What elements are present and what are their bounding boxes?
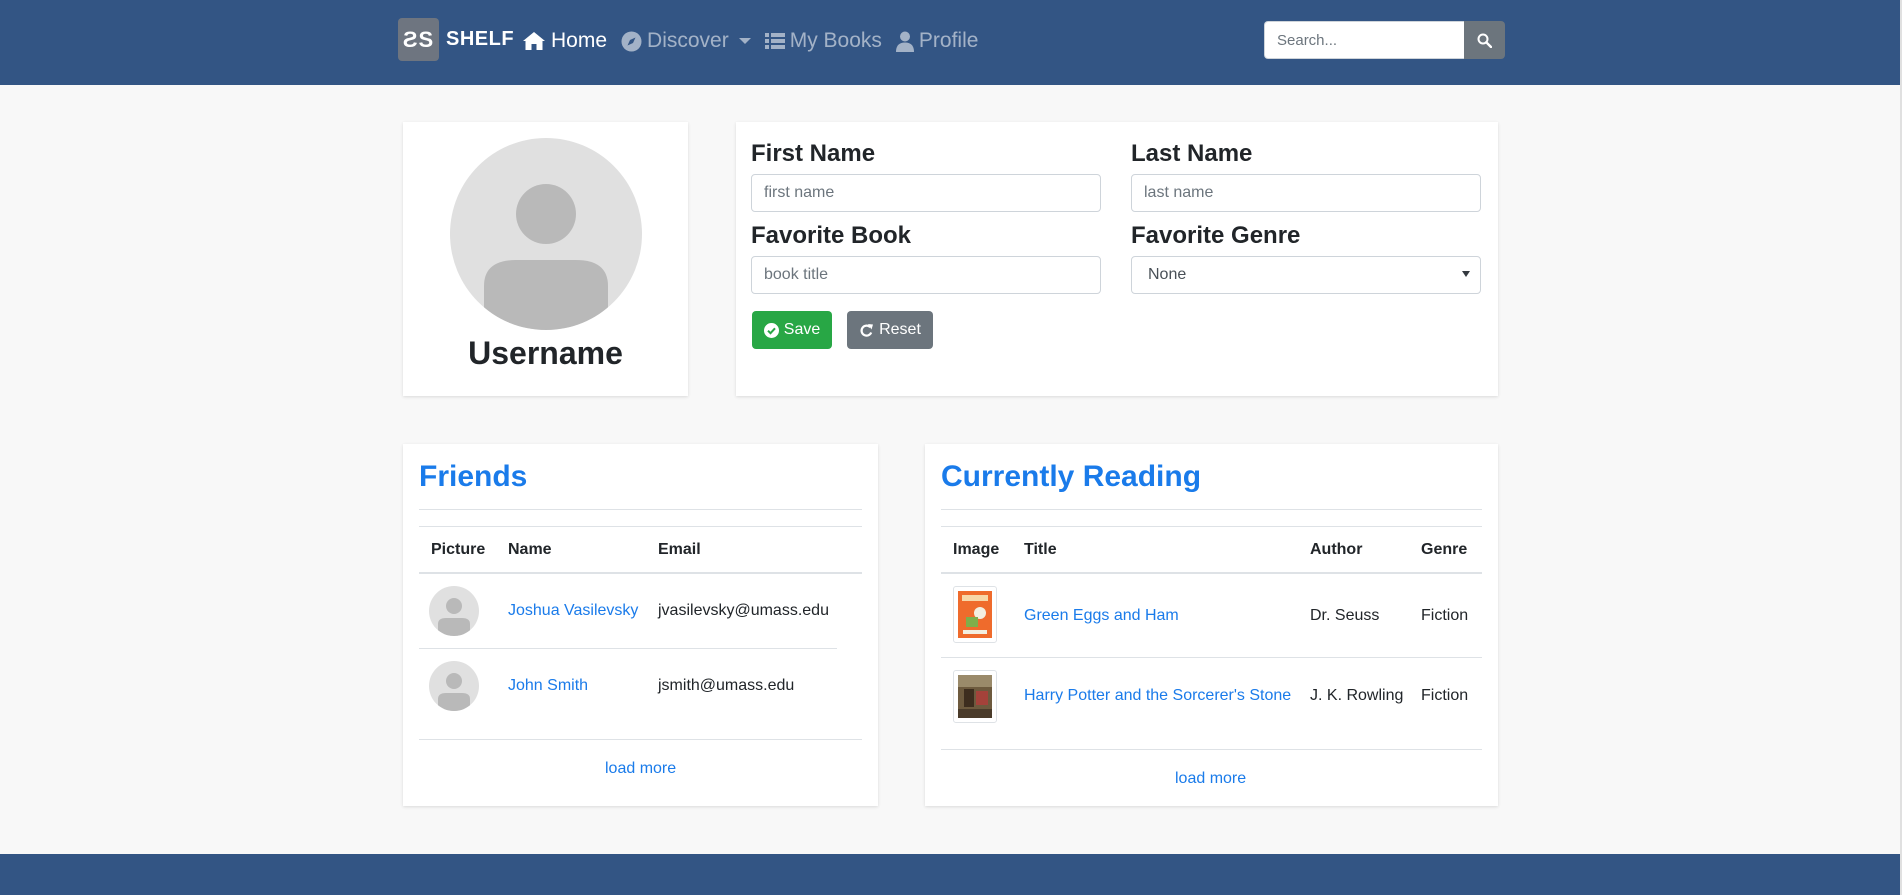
divider bbox=[941, 509, 1482, 510]
book-genre: Fiction bbox=[1421, 607, 1469, 624]
brand-logo: ƧS bbox=[398, 18, 439, 61]
table-header-border bbox=[419, 572, 862, 574]
user-icon bbox=[895, 31, 914, 52]
avatar bbox=[429, 586, 479, 636]
currently-reading-card: Currently Reading Image Title Author Gen… bbox=[925, 444, 1498, 806]
column-header: Name bbox=[508, 541, 552, 558]
column-header: Genre bbox=[1421, 541, 1468, 558]
redo-icon bbox=[860, 323, 874, 337]
nav-discover-label: Discover bbox=[647, 29, 729, 52]
nav-home[interactable]: Home bbox=[522, 29, 607, 53]
column-header: Picture bbox=[431, 541, 486, 558]
footer bbox=[0, 854, 1902, 895]
navbar: ƧS SHELF Home Discover My Books Profile bbox=[0, 0, 1902, 85]
favorite-genre-value: None bbox=[1148, 266, 1187, 283]
friend-email: jsmith@umass.edu bbox=[658, 677, 795, 694]
compass-icon bbox=[621, 31, 642, 51]
favorite-book-label: Favorite Book bbox=[751, 222, 912, 249]
currently-reading-title: Currently Reading bbox=[941, 460, 1202, 493]
profile-form-card: First Name Last Name Favorite Book Favor… bbox=[736, 122, 1498, 396]
column-header: Title bbox=[1024, 541, 1057, 558]
book-title-link[interactable]: Green Eggs and Ham bbox=[1024, 607, 1179, 625]
check-circle-icon bbox=[763, 322, 779, 338]
search-form bbox=[1264, 21, 1505, 59]
book-author: J. K. Rowling bbox=[1310, 687, 1404, 704]
row-divider bbox=[419, 648, 837, 649]
favorite-genre-select[interactable]: None bbox=[1131, 256, 1481, 294]
save-label: Save bbox=[783, 321, 821, 338]
friend-name-link[interactable]: Joshua Vasilevsky bbox=[508, 602, 638, 620]
column-header: Image bbox=[953, 541, 1000, 558]
favorite-genre-label: Favorite Genre bbox=[1131, 222, 1301, 249]
list-icon bbox=[764, 33, 785, 49]
last-name-label: Last Name bbox=[1131, 140, 1253, 167]
reset-button[interactable]: Reset bbox=[847, 311, 933, 349]
friends-card: Friends Picture Name Email Joshua Vasile… bbox=[403, 444, 878, 806]
row-divider bbox=[941, 657, 1482, 658]
nav-my-books[interactable]: My Books bbox=[764, 29, 882, 53]
table-bottom-border bbox=[419, 739, 862, 740]
first-name-label: First Name bbox=[751, 140, 876, 167]
save-button[interactable]: Save bbox=[752, 311, 832, 349]
profile-card: Username bbox=[403, 122, 688, 396]
table-top-border bbox=[419, 526, 862, 527]
book-cover-thumbnail bbox=[953, 586, 997, 643]
book-genre: Fiction bbox=[1421, 687, 1469, 704]
brand[interactable]: ƧS SHELF bbox=[398, 18, 514, 61]
last-name-input[interactable] bbox=[1131, 174, 1481, 212]
nav-profile-label: Profile bbox=[918, 29, 979, 52]
avatar bbox=[450, 138, 642, 330]
home-icon bbox=[523, 32, 545, 50]
reset-label: Reset bbox=[879, 321, 921, 338]
friend-email: jvasilevsky@umass.edu bbox=[658, 602, 829, 619]
book-title-link[interactable]: Harry Potter and the Sorcerer's Stone bbox=[1024, 687, 1291, 705]
book-cover-thumbnail bbox=[953, 670, 997, 723]
friends-load-more-link[interactable]: load more bbox=[605, 760, 676, 778]
nav-profile[interactable]: Profile bbox=[895, 29, 979, 53]
chevron-down-icon bbox=[1462, 271, 1470, 277]
search-button[interactable] bbox=[1464, 21, 1505, 59]
nav-home-label: Home bbox=[551, 29, 608, 52]
friends-title: Friends bbox=[419, 460, 528, 493]
favorite-book-input[interactable] bbox=[751, 256, 1101, 294]
username: Username bbox=[468, 335, 623, 371]
nav-my-books-label: My Books bbox=[789, 29, 882, 52]
column-header: Email bbox=[658, 541, 701, 558]
column-header: Author bbox=[1310, 541, 1363, 558]
book-cover-image bbox=[958, 675, 992, 718]
main-nav: Home Discover My Books Profile bbox=[522, 27, 992, 55]
book-cover-image bbox=[958, 591, 992, 638]
search-input[interactable] bbox=[1264, 21, 1464, 59]
divider bbox=[419, 509, 862, 510]
reading-load-more-link[interactable]: load more bbox=[1175, 770, 1246, 788]
table-bottom-border bbox=[941, 749, 1482, 750]
table-header-border bbox=[941, 572, 1482, 574]
friend-name-link[interactable]: John Smith bbox=[508, 677, 588, 695]
nav-discover[interactable]: Discover bbox=[621, 29, 751, 53]
first-name-input[interactable] bbox=[751, 174, 1101, 212]
book-author: Dr. Seuss bbox=[1310, 607, 1380, 624]
avatar bbox=[429, 661, 479, 711]
search-icon bbox=[1477, 33, 1492, 48]
brand-name: SHELF bbox=[446, 28, 515, 50]
table-top-border bbox=[941, 526, 1482, 527]
chevron-down-icon bbox=[738, 38, 751, 44]
